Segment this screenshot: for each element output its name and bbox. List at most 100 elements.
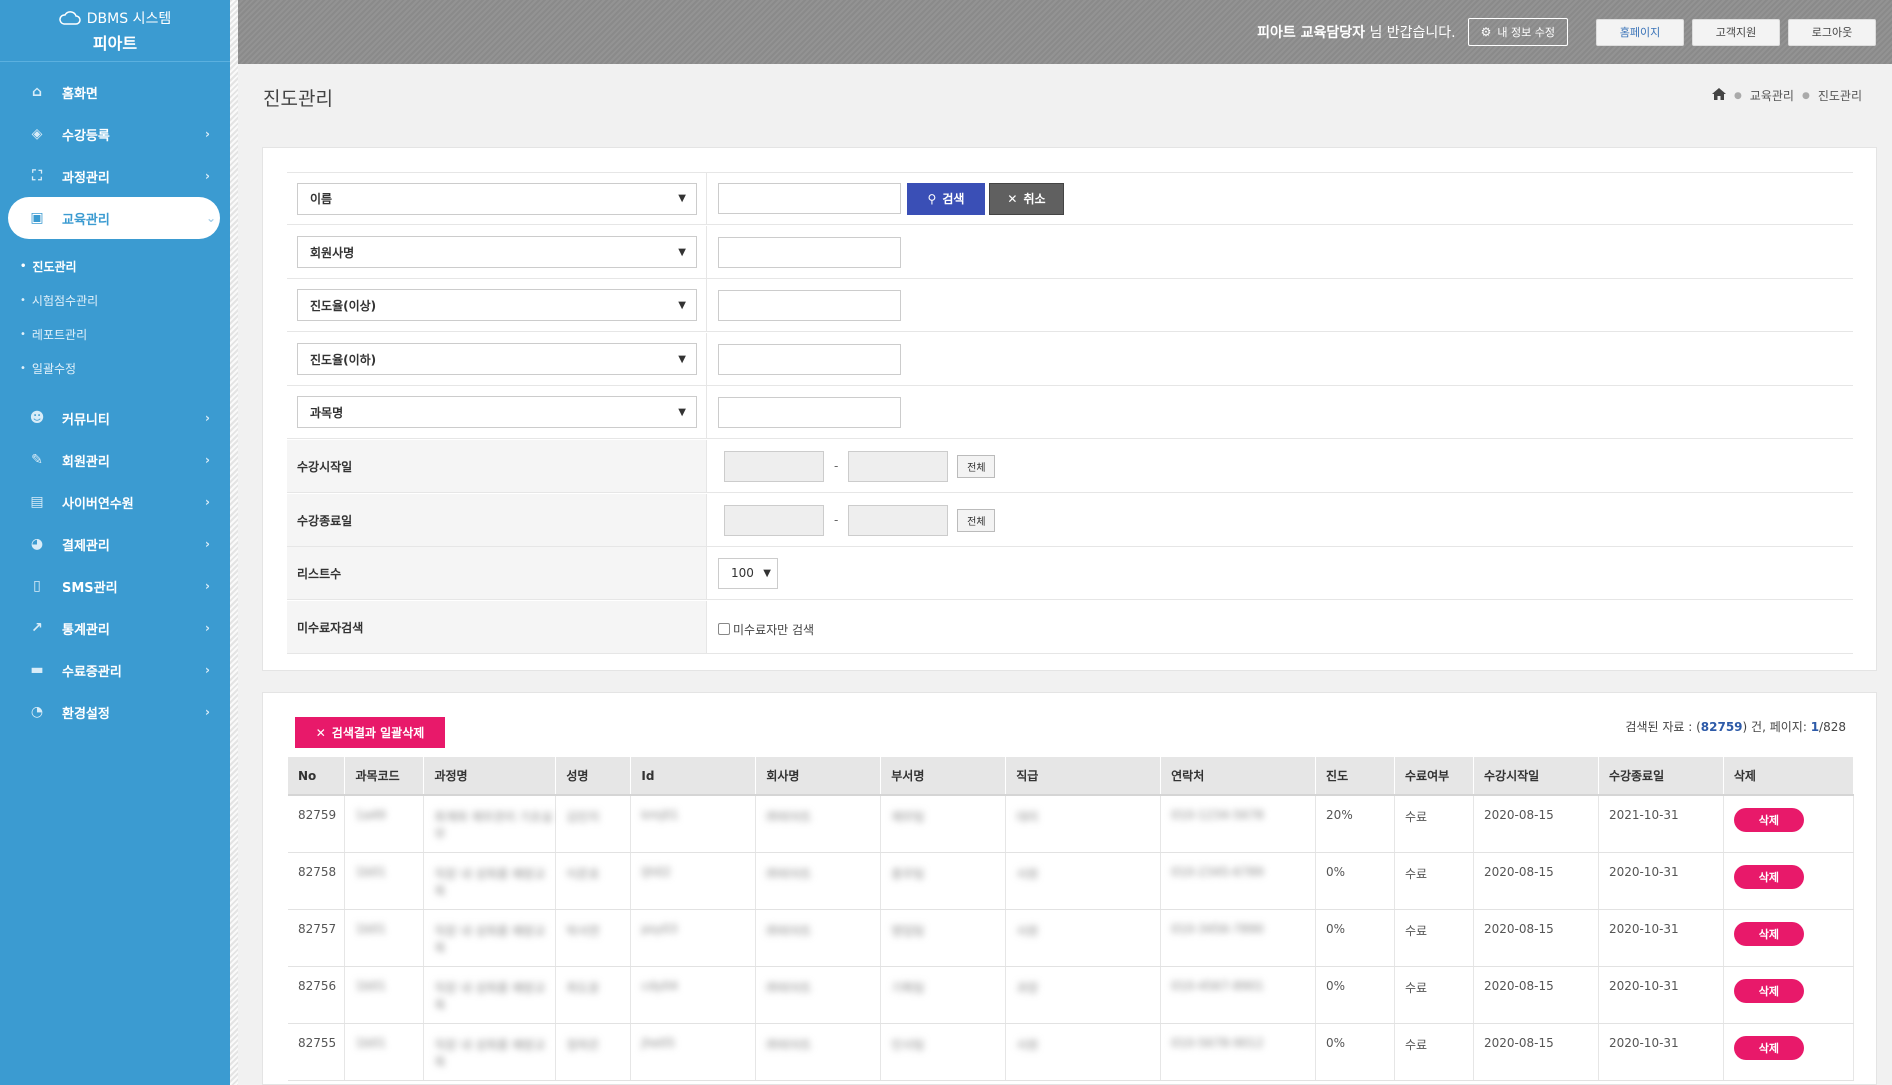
cell-company: ㈜피아트 [755,795,882,853]
breadcrumb-separator: ● [1801,90,1810,101]
start-date-from[interactable] [724,450,824,482]
table-row[interactable]: 82755 1b01 직장 내 성희롱 예방교육 정하은 jhe05 ㈜피아트 … [288,1023,1855,1081]
sidebar-item-certificate[interactable]: ▬ 수료증관리 › [0,649,230,691]
cell-course[interactable]: 직장 내 성희롱 예방교육 [423,909,557,967]
column-header[interactable]: 과정명 [423,757,557,796]
sidebar-item-settings[interactable]: ◔ 환경설정 › [0,691,230,733]
column-header[interactable]: 수강종료일 [1598,757,1724,796]
search-icon: ⚲ [927,191,937,206]
cell-code: 1b01 [344,909,425,967]
delete-button[interactable]: 삭제 [1733,864,1804,889]
column-header[interactable]: No [288,757,346,796]
column-header[interactable]: 성명 [555,757,632,796]
submenu-item-exam-score[interactable]: 시험점수관리 [20,283,230,317]
sidebar-item-cyber-academy[interactable]: ▤ 사이버연수원 › [0,481,230,523]
column-header[interactable]: Id [630,757,757,796]
sidebar-item-enrollment[interactable]: ◈ 수강등록 › [0,113,230,155]
cell-phone: 010-4567-8901 [1160,966,1317,1024]
column-header[interactable]: 연락처 [1160,757,1317,796]
sidebar-item-label: 환경설정 [62,706,110,722]
home-icon[interactable] [1711,88,1726,103]
search-row-end-date: 수강종료일 - 전체 [287,494,1853,547]
incomplete-only-checkbox[interactable]: 미수료자만 검색 [718,621,814,638]
bulk-delete-button[interactable]: ✕ 검색결과 일괄삭제 [295,717,445,748]
delete-button[interactable]: 삭제 [1733,1035,1804,1060]
column-header[interactable]: 회사명 [755,757,882,796]
name-input[interactable] [718,183,901,214]
table-row[interactable]: 82757 1b01 직장 내 성희롱 예방교육 박서연 psy03 ㈜피아트 … [288,909,1855,967]
sidebar-splitter[interactable] [230,0,238,1085]
cell-company: ㈜피아트 [755,852,882,910]
sidebar-item-education[interactable]: ▣ 교육관리 ⌄ [8,197,220,239]
chevron-right-icon: › [205,169,210,183]
column-header[interactable]: 과목코드 [344,757,425,796]
column-header[interactable]: 수료여부 [1394,757,1474,796]
sidebar-item-members[interactable]: ✎ 회원관리 › [0,439,230,481]
sidebar: DBMS 시스템 피아트 ⌂ 홈화면 ◈ 수강등록 › ⛶ 과정관리 › ▣ 교… [0,0,230,1085]
sidebar-item-home[interactable]: ⌂ 홈화면 [0,71,230,113]
start-date-all-button[interactable]: 전체 [957,454,996,478]
progress-max-input[interactable] [718,343,901,375]
checkbox-box[interactable] [718,623,730,635]
cell-dept: 재무팀 [880,795,1007,853]
brand[interactable]: DBMS 시스템 피아트 [0,0,230,62]
field-select[interactable]: 회원사명 ▼ [297,236,697,268]
result-info: 검색된 자료 : (82759) 건, 페이지: 1/828 [1625,718,1846,735]
progress-min-input[interactable] [718,289,901,321]
end-date-all-button[interactable]: 전체 [957,508,996,532]
sidebar-item-sms[interactable]: ▯ SMS관리 › [0,565,230,607]
field-select[interactable]: 진도율(이하) ▼ [297,343,697,375]
sidebar-item-payment[interactable]: ◕ 결제관리 › [0,523,230,565]
table-row[interactable]: 82756 1b01 직장 내 성희롱 예방교육 최도윤 cdy04 ㈜피아트 … [288,966,1855,1024]
breadcrumb-item[interactable]: 교육관리 [1750,87,1794,104]
cell-course[interactable]: 회계와 재무관리 기초실무 [423,795,557,853]
chevron-right-icon: › [205,579,210,593]
subject-input[interactable] [718,396,901,428]
start-date-to[interactable] [848,450,949,482]
cancel-button[interactable]: ✕ 취소 [989,182,1064,215]
chevron-right-icon: › [205,495,210,509]
submenu-item-report[interactable]: 레포트관리 [20,317,230,351]
cell-name: 박서연 [555,909,632,967]
sidebar-item-course[interactable]: ⛶ 과정관리 › [0,155,230,197]
homepage-button[interactable]: 홈페이지 [1596,18,1684,46]
table-row[interactable]: 82758 1b01 직장 내 성희롱 예방교육 이준호 ljh02 ㈜피아트 … [288,852,1855,910]
cell-phone: 010-1234-5678 [1160,795,1317,853]
support-button[interactable]: 고객지원 [1692,18,1780,46]
table-row[interactable]: 82759 1a49 회계와 재무관리 기초실무 김민지 kmj01 ㈜피아트 … [288,795,1855,853]
end-date-to[interactable] [848,504,949,536]
sidebar-item-label: 수강등록 [62,128,110,144]
chevron-down-icon: ▼ [678,299,686,311]
field-select[interactable]: 진도율(이상) ▼ [297,289,697,321]
delete-button[interactable]: 삭제 [1733,921,1804,946]
select-value: 과목명 [310,405,344,420]
search-row-progress-min: 진도율(이상) ▼ [287,279,1853,332]
list-count-select[interactable]: 100 ▼ [718,557,778,589]
column-header: 삭제 [1723,757,1855,796]
cell-dept: 인사팀 [880,1023,1007,1081]
breadcrumb-item: 진도관리 [1817,89,1862,103]
column-header[interactable]: 부서명 [880,757,1007,796]
company-input[interactable] [718,236,901,268]
cell-course[interactable]: 직장 내 성희롱 예방교육 [423,852,557,910]
search-button[interactable]: ⚲ 검색 [907,182,985,215]
column-header[interactable]: 직급 [1005,757,1162,796]
sidebar-item-statistics[interactable]: ↗ 통계관리 › [0,607,230,649]
cell-course[interactable]: 직장 내 성희롱 예방교육 [423,966,557,1024]
logout-button[interactable]: 로그아웃 [1788,18,1876,46]
sidebar-item-label: 홈화면 [62,86,98,102]
field-select[interactable]: 이름 ▼ [297,182,697,215]
select-value: 이름 [310,192,333,206]
chevron-right-icon: › [205,663,210,677]
delete-button[interactable]: 삭제 [1733,978,1804,1003]
field-select[interactable]: 과목명 ▼ [297,396,697,428]
cell-course[interactable]: 직장 내 성희롱 예방교육 [423,1023,557,1081]
column-header[interactable]: 수강시작일 [1473,757,1599,796]
sidebar-item-community[interactable]: ☻ 커뮤니티 › [0,397,230,439]
end-date-from[interactable] [724,504,824,536]
delete-button[interactable]: 삭제 [1733,808,1804,832]
submenu-item-bulk-edit[interactable]: 일괄수정 [20,351,230,385]
submenu-item-progress[interactable]: 진도관리 [20,249,230,283]
column-header[interactable]: 진도 [1315,757,1396,796]
edit-profile-button[interactable]: ⚙ 내 정보 수정 [1467,18,1568,46]
